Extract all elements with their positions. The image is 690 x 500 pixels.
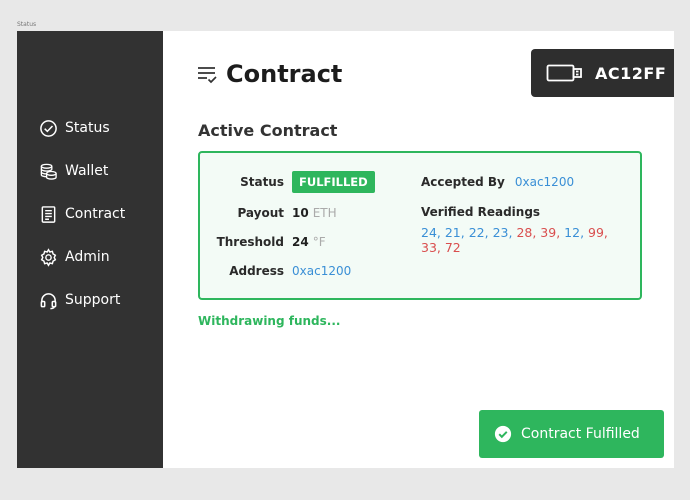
sidebar-item-label: Wallet bbox=[65, 163, 109, 179]
page-title: Contract bbox=[226, 60, 343, 88]
sidebar-item-label: Support bbox=[65, 292, 121, 308]
list-check-icon bbox=[198, 67, 217, 84]
sidebar-item-label: Contract bbox=[65, 206, 126, 222]
gear-icon bbox=[40, 247, 57, 267]
sidebar-item-label: Status bbox=[65, 120, 110, 136]
section-title: Active Contract bbox=[198, 121, 338, 140]
sidebar-item-status[interactable]: Status bbox=[39, 116, 110, 140]
reading-value: 22 bbox=[468, 225, 485, 240]
headset-icon bbox=[40, 292, 57, 309]
status-message: Withdrawing funds... bbox=[198, 314, 341, 328]
success-toast[interactable]: Contract Fulfilled bbox=[479, 410, 664, 458]
usb-drive-icon bbox=[546, 64, 582, 82]
threshold-unit: °F bbox=[312, 235, 326, 249]
frame-label: Status bbox=[17, 21, 37, 28]
sidebar: Status Wallet Contract Admin Support bbox=[17, 31, 163, 468]
status-badge: FULFILLED bbox=[292, 171, 375, 193]
reading-value: 24 bbox=[421, 225, 437, 240]
payout-value: 10 bbox=[292, 206, 309, 220]
readings-label: Verified Readings bbox=[421, 205, 541, 219]
status-label: Status bbox=[240, 175, 284, 189]
address-row: Address 0xac1200 bbox=[200, 264, 351, 278]
device-badge[interactable]: AC12FF bbox=[531, 49, 674, 97]
status-row: Status FULFILLED bbox=[200, 171, 375, 193]
sidebar-item-contract[interactable]: Contract bbox=[39, 202, 125, 226]
threshold-value: 24 bbox=[292, 235, 309, 249]
sidebar-item-admin[interactable]: Admin bbox=[39, 245, 110, 269]
reading-value: 99 bbox=[588, 225, 604, 240]
sidebar-item-support[interactable]: Support bbox=[39, 288, 120, 312]
contract-card: Status FULFILLED Payout 10 ETH Threshold… bbox=[198, 151, 642, 300]
reading-value: 72 bbox=[444, 240, 461, 255]
reading-value: 12 bbox=[564, 225, 581, 240]
address-label: Address bbox=[229, 264, 284, 278]
threshold-label: Threshold bbox=[216, 235, 284, 249]
accepted-by-row: Accepted By 0xac1200 bbox=[421, 175, 574, 189]
payout-row: Payout 10 ETH bbox=[200, 206, 337, 220]
coins-icon bbox=[40, 163, 57, 180]
document-icon bbox=[41, 205, 56, 223]
main-content: Contract AC12FF Active Contract Status F… bbox=[163, 31, 674, 468]
accepted-by-link[interactable]: 0xac1200 bbox=[515, 175, 574, 189]
app-window: Status Wallet Contract Admin Support Con… bbox=[17, 31, 674, 468]
sidebar-item-wallet[interactable]: Wallet bbox=[39, 159, 108, 183]
payout-unit: ETH bbox=[312, 206, 337, 220]
reading-value: 21 bbox=[444, 225, 461, 240]
accepted-by-label: Accepted By bbox=[421, 175, 505, 189]
toast-text: Contract Fulfilled bbox=[521, 426, 640, 442]
threshold-row: Threshold 24 °F bbox=[200, 235, 326, 249]
sidebar-item-label: Admin bbox=[65, 249, 110, 265]
check-circle-icon bbox=[40, 119, 57, 137]
readings-list: 24, 21, 22, 23, 28, 39, 12, 99, 33, 72 bbox=[421, 225, 608, 255]
check-circle-icon bbox=[494, 425, 512, 443]
payout-label: Payout bbox=[237, 206, 284, 220]
reading-value: 39 bbox=[540, 225, 557, 240]
device-id: AC12FF bbox=[595, 63, 667, 83]
reading-value: 23 bbox=[492, 225, 509, 240]
reading-value: 28 bbox=[516, 225, 533, 240]
reading-value: 33 bbox=[421, 240, 437, 255]
address-link[interactable]: 0xac1200 bbox=[292, 264, 351, 278]
